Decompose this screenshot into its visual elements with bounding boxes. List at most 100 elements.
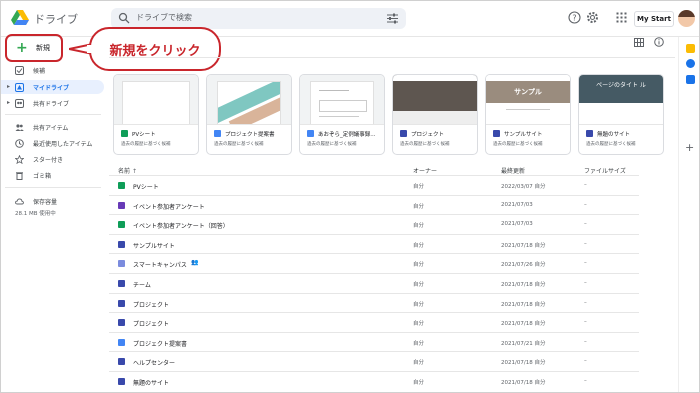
expand-caret-icon[interactable]: ▸ (7, 99, 10, 106)
search-options-icon[interactable] (387, 13, 398, 24)
svg-text:?: ? (572, 14, 576, 23)
suggested-card[interactable]: プロジェクト 過去の履歴に基づく候補 (392, 74, 478, 155)
file-type-icon (118, 358, 125, 366)
file-modified: 2021/07/03 (501, 201, 533, 208)
file-owner: 自分 (413, 262, 425, 269)
sidebar-item-label: ゴミ箱 (33, 173, 52, 180)
storage-usage-text: 28.1 MB 使用中 (15, 211, 56, 217)
file-modified: 2021/07/18 自分 (501, 242, 546, 249)
search-placeholder[interactable]: ドライブで検索 (136, 12, 192, 23)
shared-people-icon: 👥 (191, 259, 199, 267)
file-owner: 自分 (413, 321, 425, 328)
sidebar-item-label: マイドライブ (33, 85, 70, 92)
file-size: – (584, 338, 587, 345)
file-type-icon (118, 280, 125, 287)
file-size: – (584, 221, 587, 228)
table-row[interactable]: イベント参加者アンケート（回答） 自分 2021/07/03 – (109, 214, 639, 234)
file-type-icon (118, 240, 125, 248)
sidebar-item-my-drive[interactable]: ▸ マイドライブ (1, 80, 104, 94)
suggested-card[interactable]: PVシート 過去の履歴に基づく候補 (113, 74, 199, 155)
table-row[interactable]: ヘルプセンター 自分 2021/07/18 自分 – (109, 351, 639, 371)
sidebar-item-label: 候補 (33, 68, 46, 75)
search-bar[interactable]: ドライブで検索 (111, 8, 406, 29)
file-name: PVシート (133, 184, 159, 191)
grid-view-icon[interactable] (634, 38, 644, 47)
column-header-modified[interactable]: 最終更新 (501, 166, 525, 175)
table-row[interactable]: 無題のサイト 自分 2021/07/18 自分 – (109, 371, 639, 391)
suggested-card[interactable]: プロジェクト提案書 過去の履歴に基づく候補 (206, 74, 292, 155)
sidebar-item-storage[interactable]: 保存容量 (1, 194, 104, 208)
sites-icon (400, 130, 407, 137)
column-header-name[interactable]: 名前 ↑ (118, 166, 137, 175)
table-row[interactable]: サンプルサイト 自分 2021/07/18 自分 – (109, 233, 639, 254)
sidebar-item-starred[interactable]: スター付き (1, 152, 104, 166)
table-row[interactable]: スマートキャンパス 👥 自分 2021/07/26 自分 – (109, 253, 639, 273)
file-modified: 2021/07/18 自分 (501, 301, 546, 308)
file-type-icon (118, 260, 125, 268)
file-type-icon (118, 182, 125, 189)
file-type-icon (118, 221, 125, 229)
card-subtitle: 過去の履歴に基づく候補 (400, 142, 450, 147)
file-name: スマートキャンパス (133, 262, 187, 270)
suggested-card[interactable]: サンプル サンプルサイト 過去の履歴に基づく候補 (485, 74, 571, 155)
sidebar-item-shared-drives[interactable]: ▸ 共有ドライブ (1, 96, 104, 110)
expand-caret-icon[interactable]: ▸ (7, 83, 10, 90)
sites-icon (586, 130, 593, 137)
file-owner: 自分 (413, 203, 425, 210)
trash-icon (16, 172, 23, 180)
file-modified: 2021/07/18 自分 (501, 282, 546, 288)
sort-arrow-up-icon[interactable]: ↑ (132, 168, 137, 175)
sidebar-item-shared-with-me[interactable]: 共有アイテム (1, 120, 104, 134)
drive-logo-icon[interactable] (11, 10, 29, 26)
help-icon[interactable]: ? (568, 11, 581, 24)
thumbnail-text: ページのタイト ル (596, 82, 646, 89)
sidebar-item-suggested[interactable]: 候補 (1, 63, 104, 77)
file-name: プロジェクト (133, 321, 170, 329)
apps-grid-icon[interactable] (615, 11, 628, 24)
table-row[interactable]: プロジェクト提案書 自分 2021/07/21 自分 – (109, 331, 639, 352)
callout-bubble: 新規をクリック (89, 27, 221, 71)
table-row[interactable]: プロジェクト 自分 2021/07/18 自分 – (109, 312, 639, 332)
file-size: – (584, 280, 587, 286)
card-title: プロジェクト (411, 132, 445, 138)
sidebar-divider (5, 114, 101, 115)
sidebar-item-label: 保存容量 (33, 199, 58, 206)
sheets-icon (121, 130, 128, 137)
table-row[interactable]: チーム 自分 2021/07/18 自分 – (109, 273, 639, 293)
card-title: PVシート (132, 132, 156, 138)
header-divider (109, 57, 675, 58)
avatar[interactable] (678, 10, 695, 27)
file-name: イベント参加者アンケート (133, 203, 205, 211)
contacts-icon[interactable] (686, 75, 695, 84)
info-icon[interactable] (654, 37, 664, 47)
file-owner: 自分 (413, 380, 425, 386)
star-icon (15, 155, 24, 164)
sidebar-item-trash[interactable]: ゴミ箱 (1, 168, 104, 182)
suggested-card[interactable]: あおぞら_定例議事録... 過去の履歴に基づく候補 (299, 74, 385, 155)
callout-joint (87, 45, 92, 53)
table-row[interactable]: イベント参加者アンケート 自分 2021/07/03 – (109, 194, 639, 215)
suggested-card[interactable]: ページのタイト ル 無題のサイト 過去の履歴に基づく候補 (578, 74, 664, 155)
file-modified: 2021/07/03 (501, 221, 533, 228)
table-row[interactable]: PVシート 自分 2022/03/07 自分 – (109, 175, 639, 195)
table-row[interactable]: プロジェクト 自分 2021/07/18 自分 – (109, 292, 639, 313)
file-modified: 2021/07/18 自分 (501, 380, 546, 386)
column-header-owner[interactable]: オーナー (413, 166, 437, 175)
file-size: – (584, 182, 587, 188)
mystart-button[interactable]: My Start (634, 11, 674, 27)
card-subtitle: 過去の履歴に基づく候補 (586, 142, 636, 147)
add-addon-icon[interactable]: + (685, 142, 694, 153)
card-thumbnail (114, 75, 198, 125)
thumbnail-text: サンプル (514, 88, 542, 96)
side-panel-rail: + (678, 37, 699, 392)
shared-drive-icon (15, 99, 24, 108)
keep-icon[interactable] (686, 44, 695, 53)
file-owner: 自分 (413, 242, 425, 249)
settings-gear-icon[interactable] (586, 11, 599, 24)
sidebar-item-recent[interactable]: 最近使用したアイテム (1, 136, 104, 150)
cloud-icon (15, 198, 24, 205)
new-button-highlight (5, 34, 63, 62)
card-thumbnail (207, 75, 291, 125)
tasks-icon[interactable] (686, 59, 695, 68)
column-header-size[interactable]: ファイルサイズ (584, 166, 626, 175)
